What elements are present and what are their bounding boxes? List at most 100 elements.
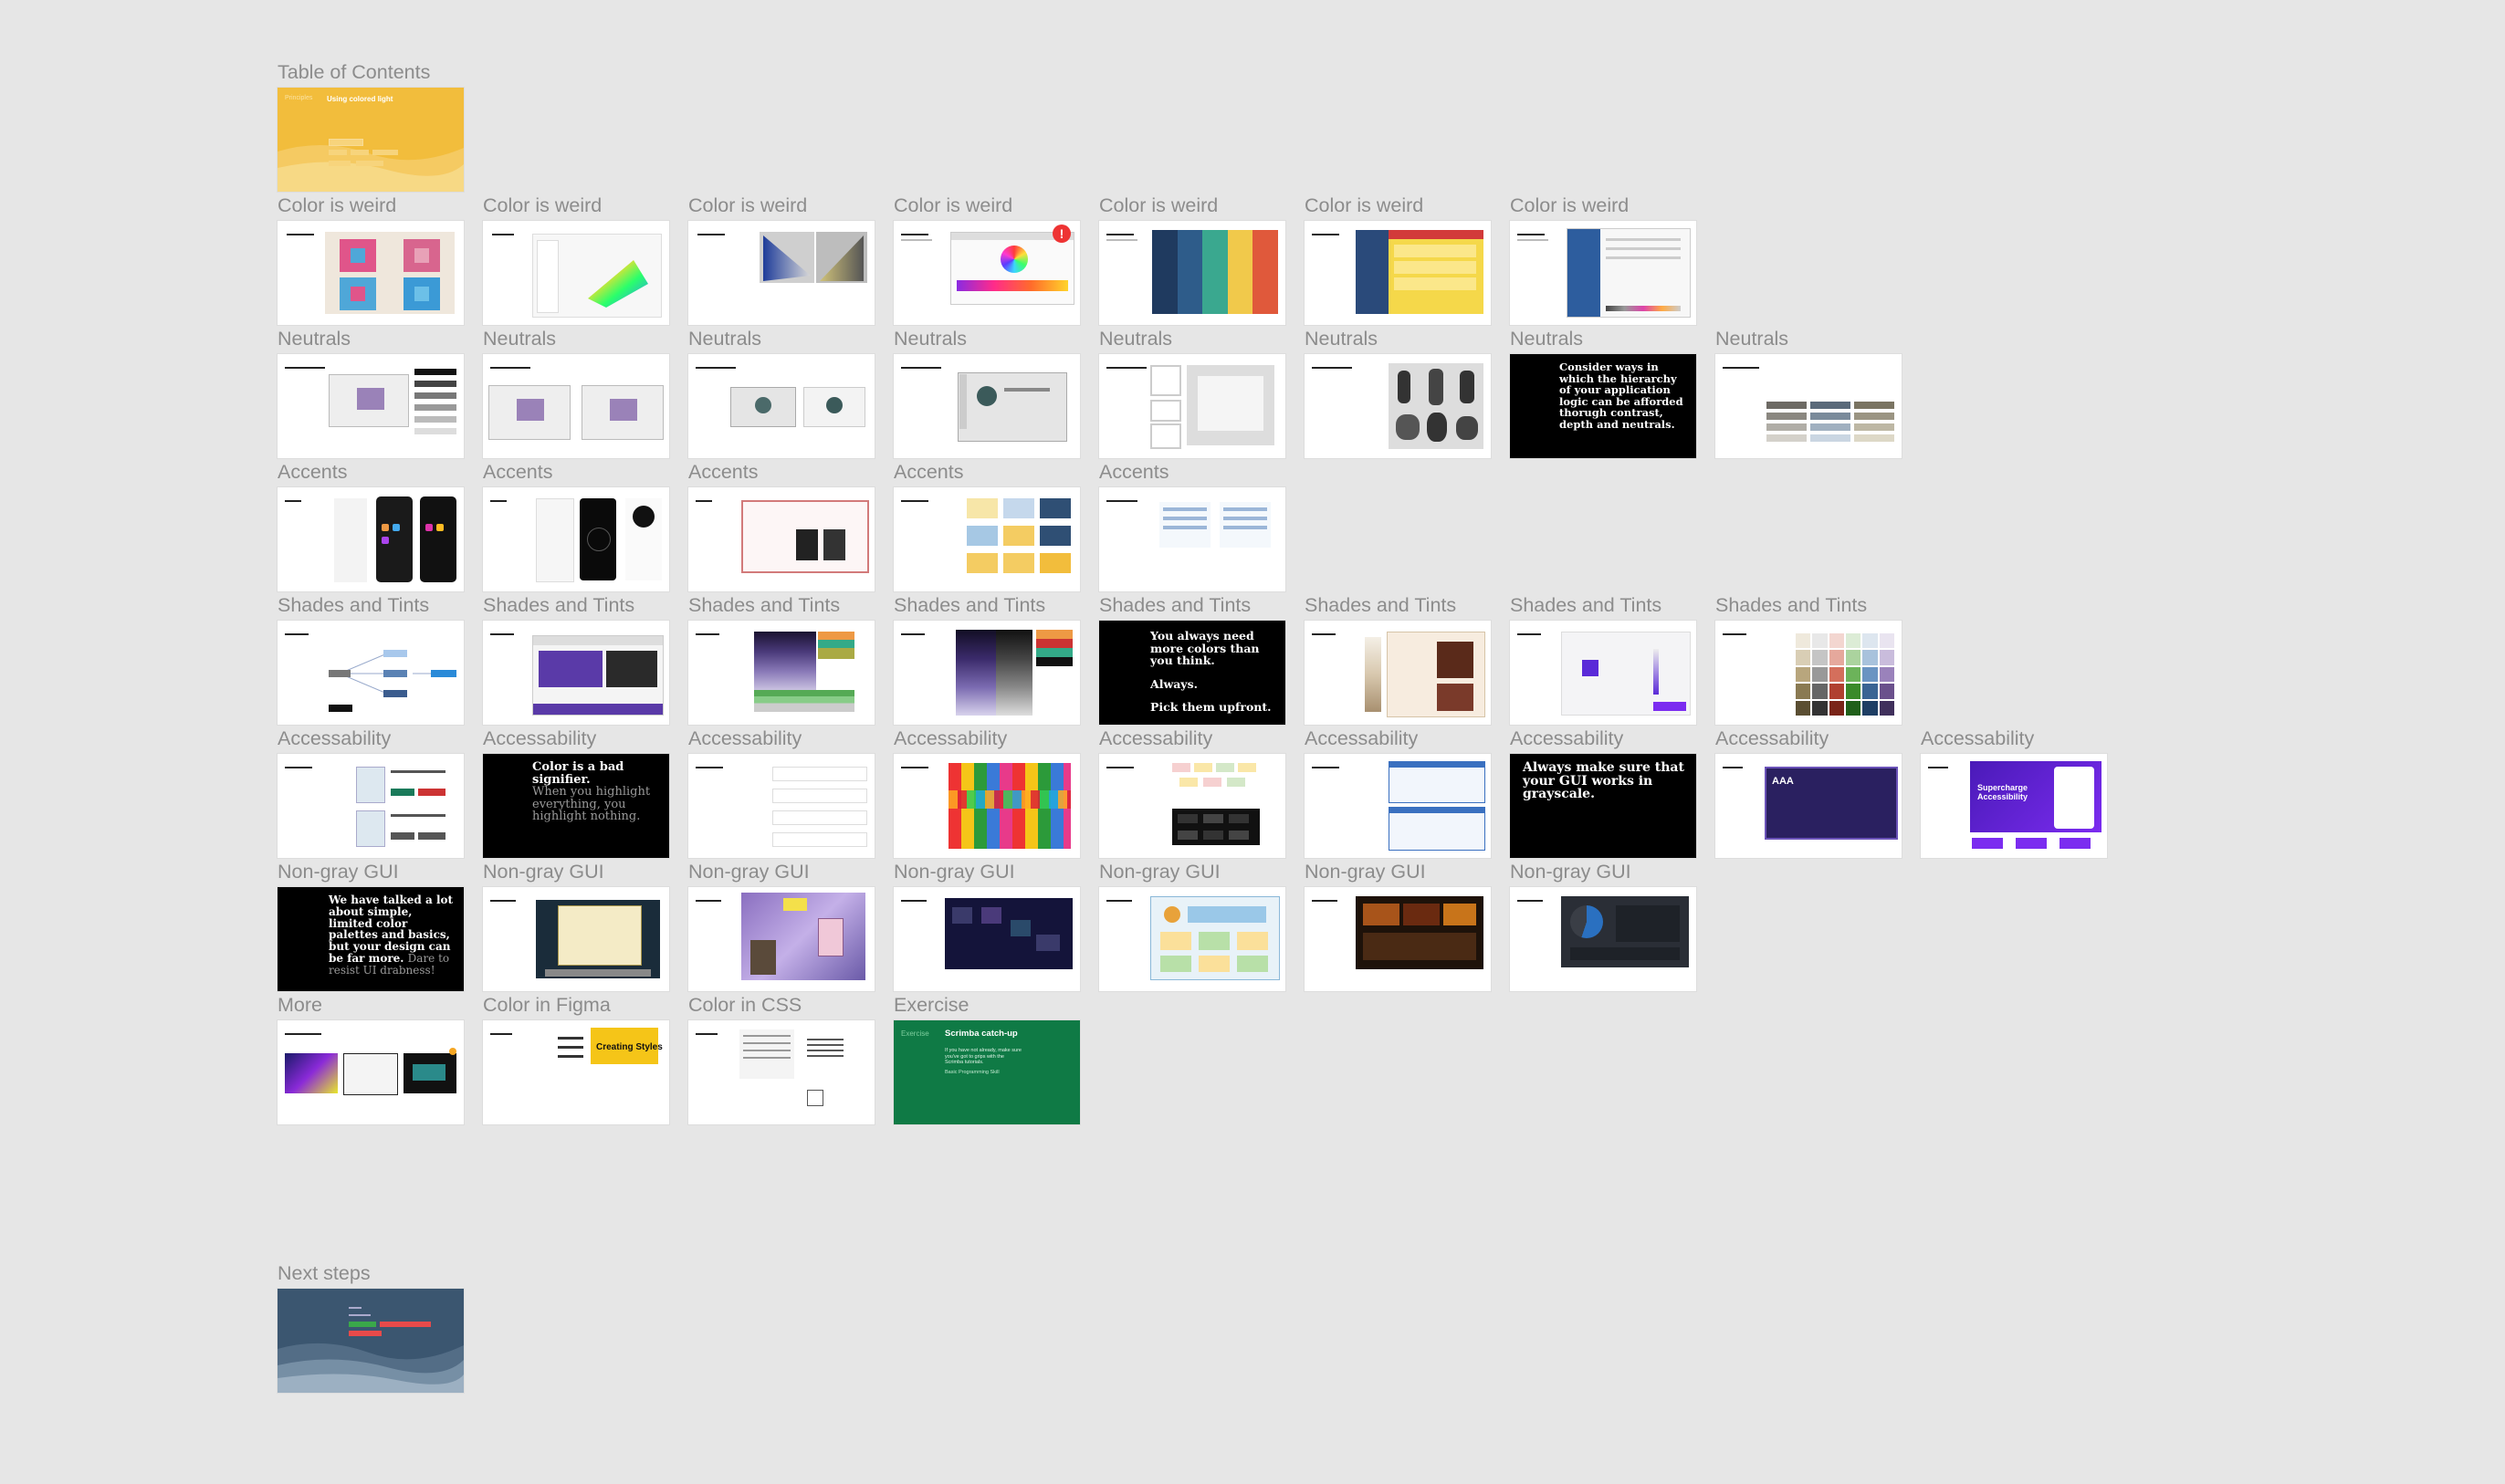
exercise-link[interactable]: Basic Programming Skill [945,1070,1000,1075]
frame-label[interactable]: Shades and Tints [894,594,1045,617]
toc-chip[interactable] [329,161,351,166]
frame-label[interactable]: Color in Figma [483,994,611,1017]
frame-label[interactable]: Color is weird [1305,194,1423,217]
thumbnail[interactable] [1099,887,1285,991]
frame-label[interactable]: Color is weird [483,194,602,217]
frame-neutrals-3[interactable]: Neutrals [688,328,875,458]
frame-accents-2[interactable]: Accents [483,461,669,591]
thumbnail[interactable] [688,221,875,325]
frame-color-is-weird-7[interactable]: Color is weird [1510,194,1696,325]
frame-accessibility-1[interactable]: Accessability [278,727,464,858]
thumbnail[interactable]: Consider ways in which the hierarchy of … [1510,354,1696,458]
thumbnail[interactable]: AAA [1715,754,1902,858]
frame-nongray-5[interactable]: Non-gray GUI [1099,861,1285,991]
thumbnail[interactable]: Supercharge Accessibility [1921,754,2107,858]
frame-label[interactable]: Accessability [483,727,596,750]
thumbnail[interactable] [278,1289,464,1393]
frame-label[interactable]: Shades and Tints [1305,594,1456,617]
frame-label[interactable]: Non-gray GUI [1099,861,1221,883]
frame-label[interactable]: Accents [1099,461,1169,484]
frame-accents-5[interactable]: Accents [1099,461,1285,591]
frame-nongray-7[interactable]: Non-gray GUI [1510,861,1696,991]
thumbnail[interactable] [278,221,464,325]
frame-accessibility-6[interactable]: Accessability [1305,727,1491,858]
thumbnail[interactable]: Principles Using colored light [278,88,464,192]
frame-label[interactable]: Color is weird [894,194,1012,217]
next-steps-chip[interactable] [380,1322,431,1327]
frame-more[interactable]: More [278,994,464,1124]
thumbnail[interactable] [278,621,464,725]
thumbnail[interactable] [1305,754,1491,858]
next-steps-chip[interactable] [349,1331,382,1336]
frame-shades-7[interactable]: Shades and Tints [1510,594,1696,725]
frame-color-is-weird-6[interactable]: Color is weird [1305,194,1491,325]
frame-label[interactable]: Exercise [894,994,969,1017]
frame-label[interactable]: Accessability [894,727,1007,750]
frame-label[interactable]: Accessability [1715,727,1829,750]
frame-color-in-figma[interactable]: Color in Figma Creating Styles [483,994,669,1124]
frame-next-steps[interactable]: Next steps [278,1262,464,1393]
frame-neutrals-8[interactable]: Neutrals [1715,328,1902,458]
thumbnail[interactable] [894,487,1080,591]
thumbnail[interactable] [688,621,875,725]
frame-neutrals-1[interactable]: Neutrals [278,328,464,458]
frame-shades-1[interactable]: Shades and Tints [278,594,464,725]
frame-neutrals-6[interactable]: Neutrals [1305,328,1491,458]
frame-label[interactable]: Non-gray GUI [688,861,810,883]
frame-label[interactable]: Shades and Tints [1510,594,1661,617]
frame-label[interactable]: Non-gray GUI [483,861,604,883]
frame-neutrals-7[interactable]: Neutrals Consider ways in which the hier… [1510,328,1696,458]
thumbnail[interactable] [688,754,875,858]
frame-nongray-2[interactable]: Non-gray GUI [483,861,669,991]
thumbnail[interactable] [1305,887,1491,991]
frame-label[interactable]: Accents [483,461,552,484]
frame-accents-1[interactable]: Accents [278,461,464,591]
frame-label[interactable]: Color is weird [1510,194,1629,217]
frame-label[interactable]: Accents [278,461,347,484]
frame-label[interactable]: Table of Contents [278,61,430,84]
thumbnail[interactable] [1099,354,1285,458]
toc-chip[interactable] [329,150,347,155]
frame-accents-3[interactable]: Accents [688,461,875,591]
frame-nongray-4[interactable]: Non-gray GUI [894,861,1080,991]
frame-shades-3[interactable]: Shades and Tints [688,594,875,725]
thumbnail[interactable] [688,354,875,458]
frame-accessibility-3[interactable]: Accessability [688,727,875,858]
frame-shades-4[interactable]: Shades and Tints [894,594,1080,725]
frame-label[interactable]: Non-gray GUI [1305,861,1426,883]
frame-color-is-weird-2[interactable]: Color is weird [483,194,669,325]
frame-color-is-weird-3[interactable]: Color is weird [688,194,875,325]
thumbnail[interactable]: ! [894,221,1080,325]
frame-label[interactable]: Accents [688,461,758,484]
toc-chip[interactable] [329,139,363,146]
frame-label[interactable]: Shades and Tints [1099,594,1251,617]
frame-neutrals-2[interactable]: Neutrals [483,328,669,458]
thumbnail[interactable] [1305,221,1491,325]
thumbnail[interactable]: Always make sure that your GUI works in … [1510,754,1696,858]
frame-label[interactable]: Shades and Tints [483,594,634,617]
thumbnail[interactable] [688,1020,875,1124]
thumbnail[interactable] [1510,221,1696,325]
thumbnail[interactable] [483,621,669,725]
frame-label[interactable]: Color is weird [688,194,807,217]
frame-color-is-weird-1[interactable]: Color is weird [278,194,464,325]
thumbnail[interactable] [1099,754,1285,858]
frame-nongray-3[interactable]: Non-gray GUI [688,861,875,991]
thumbnail[interactable] [894,754,1080,858]
frame-label[interactable]: Color in CSS [688,994,802,1017]
thumbnail[interactable]: Exercise Scrimba catch-up If you have no… [894,1020,1080,1124]
frame-accessibility-8[interactable]: Accessability AAA [1715,727,1902,858]
thumbnail[interactable] [483,887,669,991]
next-steps-chip[interactable] [349,1322,376,1327]
thumbnail[interactable] [483,354,669,458]
frame-table-of-contents[interactable]: Table of Contents Principles Using color… [278,61,464,192]
frame-shades-8[interactable]: Shades and Tints [1715,594,1902,725]
frame-neutrals-5[interactable]: Neutrals [1099,328,1285,458]
frame-label[interactable]: Accessability [688,727,802,750]
frame-exercise[interactable]: Exercise Exercise Scrimba catch-up If yo… [894,994,1080,1124]
frame-label[interactable]: Color is weird [1099,194,1218,217]
frame-accessibility-4[interactable]: Accessability [894,727,1080,858]
frame-shades-5[interactable]: Shades and Tints You always need more co… [1099,594,1285,725]
thumbnail[interactable] [483,221,669,325]
frame-color-is-weird-4[interactable]: Color is weird ! [894,194,1080,325]
